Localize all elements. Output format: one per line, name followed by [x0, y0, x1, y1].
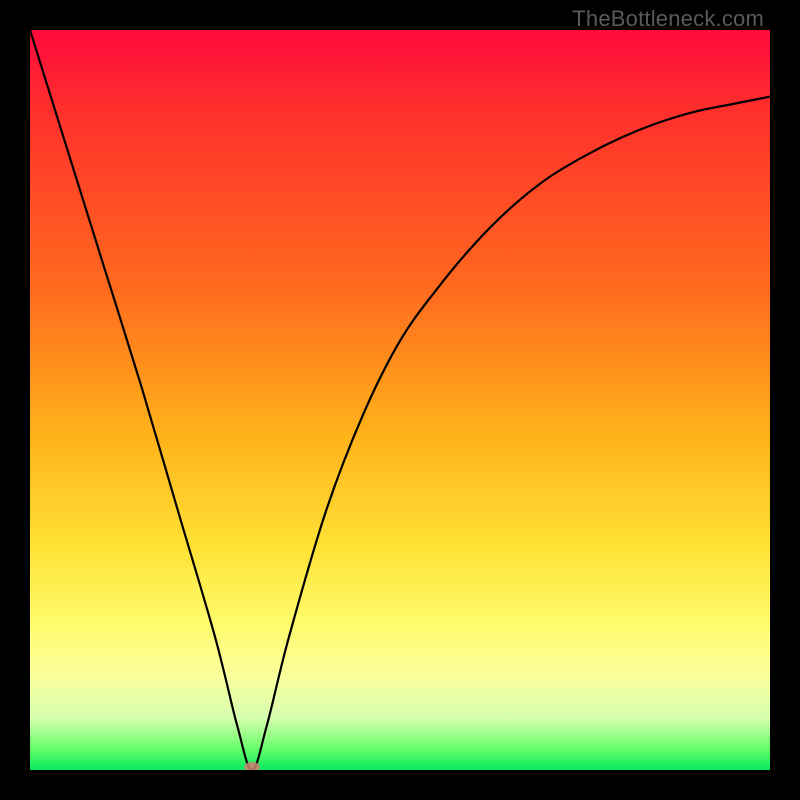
curve-svg [30, 30, 770, 770]
plot-area [30, 30, 770, 770]
chart-frame: TheBottleneck.com [0, 0, 800, 800]
watermark-text: TheBottleneck.com [572, 6, 764, 32]
bottleneck-curve [30, 30, 770, 770]
